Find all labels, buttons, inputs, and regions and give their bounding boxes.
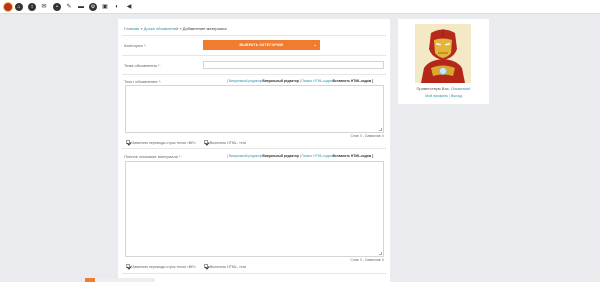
logout-link[interactable]: Выход — [451, 94, 462, 98]
profile-links: Мой профиль | Выход — [425, 94, 462, 98]
text-options: Заменять переводы строк тегом <BR> Включ… — [126, 140, 247, 145]
top-toolbar: ⌂ i ✉ • ✎ ▬ ⚙ ▣ ◐ ◀ — [0, 0, 600, 14]
mail-icon[interactable]: ✉ — [40, 3, 48, 11]
full-description-options: Заменять переводы строк тегом <BR> Включ… — [126, 264, 247, 269]
editor-mode-links-2: [ Визуальный редакторВизуальный редактор… — [227, 154, 374, 158]
html-tags-checkbox[interactable] — [204, 140, 208, 145]
subject-input[interactable] — [203, 61, 384, 69]
linebreaks-checkbox[interactable] — [126, 264, 130, 269]
bottom-toolbar — [85, 278, 155, 282]
full-description-textarea[interactable] — [125, 161, 384, 257]
resize-handle[interactable] — [379, 128, 382, 131]
breadcrumb-home[interactable]: Главная — [124, 26, 139, 31]
bell-icon[interactable]: ▣ — [101, 3, 109, 11]
divider — [122, 148, 386, 149]
text-textarea[interactable] — [125, 85, 384, 133]
full-description-counter: Слов: 0 , Символов: 0 — [350, 258, 384, 262]
search-icon[interactable]: ◐ — [113, 3, 121, 11]
add-material-form: Главная » Доска объявлений » Добавление … — [118, 19, 390, 282]
editor-mode-links: [ Визуальный редакторВизуальный редактор… — [227, 79, 374, 83]
visual-editor-link[interactable]: [ Визуальный редактор — [227, 79, 262, 83]
folder-icon[interactable]: ▬ — [77, 3, 85, 11]
html-tags-label: Включить HTML- теги — [210, 265, 247, 269]
text-label: Текст объявления *: — [124, 79, 162, 84]
divider — [122, 55, 386, 56]
wrench-icon[interactable]: ✎ — [65, 3, 73, 11]
html-insert-toggle[interactable]: Вставлять HTML-кодом ] — [333, 154, 374, 158]
my-profile-link[interactable]: Мой профиль — [425, 94, 448, 98]
gear-icon[interactable]: ⚙ — [89, 3, 97, 11]
breadcrumb-board[interactable]: Доска объявлений — [144, 26, 178, 31]
iron-man-avatar-image — [415, 24, 471, 83]
home-icon[interactable]: ⌂ — [15, 3, 23, 11]
profile-avatar — [415, 24, 471, 83]
html-tags-checkbox[interactable] — [204, 264, 208, 269]
info-icon[interactable]: i — [28, 3, 36, 11]
bottom-toolbar-accent — [85, 278, 95, 282]
divider — [122, 273, 386, 274]
text-counter: Слов: 0 , Символов: 0 — [350, 134, 384, 138]
breadcrumb-separator: » — [140, 26, 143, 31]
linebreaks-label: Заменять переводы строк тегом <BR> — [132, 141, 196, 145]
subject-label: Тема объявления *: — [124, 63, 161, 68]
html-code-link[interactable]: Писать HTML-кодом — [302, 79, 333, 83]
visual-editor-toggle[interactable]: Визуальный редактор — [262, 154, 298, 158]
category-label: Категория *: — [124, 43, 147, 48]
html-tags-label: Включить HTML- теги — [210, 141, 247, 145]
linebreaks-label: Заменять переводы строк тегом <BR> — [132, 265, 196, 269]
breadcrumb-current: Добавление материала — [182, 26, 227, 31]
linebreaks-checkbox[interactable] — [126, 140, 130, 145]
sound-icon[interactable]: ◀ — [125, 3, 133, 11]
visual-editor-toggle[interactable]: Визуальный редактор — [262, 79, 298, 83]
visual-editor-link[interactable]: [ Визуальный редактор — [227, 154, 262, 158]
full-description-label: Полное описание материала *: — [124, 154, 182, 159]
choose-category-label: ВЫБРАТЬ КАТЕГОРИЮ — [239, 43, 284, 47]
settings-icon[interactable]: • — [53, 3, 61, 11]
resize-handle[interactable] — [379, 252, 382, 255]
divider — [122, 35, 386, 36]
divider — [122, 74, 386, 75]
choose-category-button[interactable]: ВЫБРАТЬ КАТЕГОРИЮ ⌄ — [203, 40, 320, 50]
welcome-text: Приветствую Вас, Ольвеноя! — [416, 86, 471, 91]
breadcrumb: Главная » Доска объявлений » Добавление … — [124, 26, 227, 31]
breadcrumb-separator: » — [179, 26, 182, 31]
profile-widget: Приветствую Вас, Ольвеноя! Мой профиль |… — [398, 19, 489, 104]
user-avatar-icon[interactable] — [3, 2, 13, 12]
chevron-down-icon: ⌄ — [313, 42, 317, 47]
html-code-link[interactable]: Писать HTML-кодом — [302, 154, 333, 158]
html-insert-toggle[interactable]: Вставлять HTML-кодом ] — [333, 79, 374, 83]
username: Ольвеноя — [450, 86, 470, 91]
